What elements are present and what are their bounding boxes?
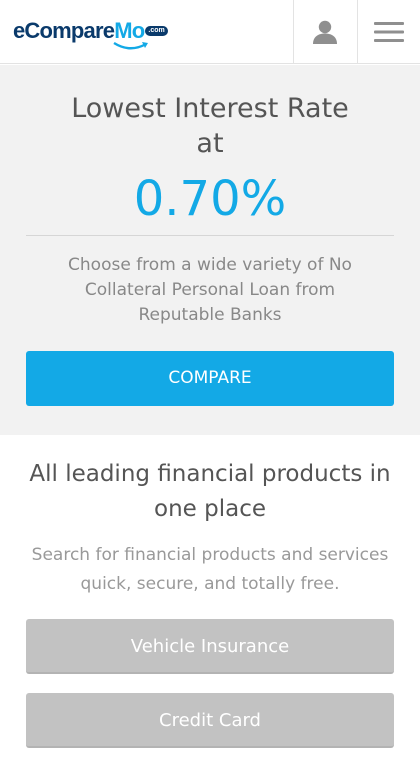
ecomparemo-logo[interactable]: eCompare Mo .com <box>13 18 168 50</box>
logo-main-text: eCompare <box>13 18 115 43</box>
hero-title: Lowest Interest Rate at <box>71 93 349 159</box>
logo-swoosh-icon <box>113 41 149 50</box>
logo-dotcom-badge: .com <box>145 26 168 36</box>
interest-rate-value: 0.70% <box>133 171 287 227</box>
divider <box>26 235 394 236</box>
account-button[interactable] <box>293 0 356 64</box>
site-header: eCompare Mo .com <box>0 0 420 64</box>
hamburger-menu-icon <box>374 22 404 42</box>
products-title: All leading financial products in one pl… <box>29 461 391 522</box>
vehicle-insurance-button[interactable]: Vehicle Insurance <box>26 619 394 674</box>
hero-section: Lowest Interest Rate at 0.70% Choose fro… <box>0 65 420 435</box>
credit-card-button[interactable]: Credit Card <box>26 693 394 748</box>
products-description: Search for financial products and servic… <box>31 545 389 594</box>
products-section: All leading financial products in one pl… <box>0 435 420 758</box>
compare-button[interactable]: COMPARE <box>26 351 394 406</box>
logo-accent-text: Mo <box>113 18 149 50</box>
user-icon <box>313 20 337 44</box>
menu-button[interactable] <box>357 0 420 64</box>
hero-description: Choose from a wide variety of No Collate… <box>68 255 352 325</box>
